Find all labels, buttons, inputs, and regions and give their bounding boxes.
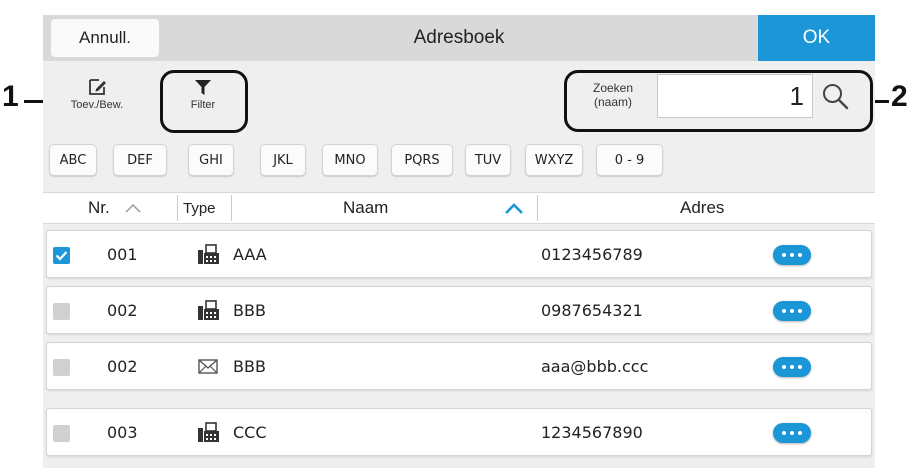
row-name: CCC (233, 422, 267, 442)
column-header-row: Nr. Type Naam Adres (43, 192, 875, 224)
row-checkbox[interactable] (53, 247, 70, 264)
index-button-abc[interactable]: ABC (49, 144, 97, 176)
row-checkbox[interactable] (53, 425, 70, 442)
row-name: BBB (233, 300, 266, 320)
index-button-mno[interactable]: MNO (322, 144, 378, 176)
add-edit-button[interactable]: Toev./Bew. (57, 77, 137, 111)
edit-icon (89, 79, 106, 95)
column-header-nr[interactable]: Nr. (88, 193, 142, 223)
checkmark-icon (55, 251, 68, 261)
address-book-panel: Annull. Adresboek OK Toev./Bew. Filter Z… (43, 15, 875, 468)
row-address: aaa@bbb.ccc (541, 356, 649, 376)
row-number: 002 (107, 356, 138, 376)
index-button-0-9[interactable]: 0 - 9 (596, 144, 663, 176)
cancel-button[interactable]: Annull. (51, 19, 159, 57)
row-name: BBB (233, 356, 266, 376)
ok-button[interactable]: OK (758, 15, 875, 61)
row-checkbox[interactable] (53, 303, 70, 320)
column-header-nr-label: Nr. (88, 198, 110, 217)
callout-leader-2 (873, 100, 889, 103)
column-separator (177, 195, 178, 221)
row-address: 0123456789 (541, 244, 643, 264)
sort-ascending-icon[interactable] (503, 202, 525, 216)
callout-number-2: 2 (891, 80, 908, 113)
row-number: 003 (107, 422, 138, 442)
column-separator (231, 195, 232, 221)
fax-icon (198, 244, 219, 264)
row-address: 1234567890 (541, 422, 643, 442)
fax-icon (198, 300, 219, 320)
row-number: 001 (107, 244, 138, 264)
callout-circle-1 (160, 70, 248, 133)
row-number: 002 (107, 300, 138, 320)
column-separator (537, 195, 538, 221)
page-title: Adresboek (413, 27, 505, 48)
index-button-ghi[interactable]: GHI (188, 144, 234, 176)
table-row[interactable]: 001 AAA 0123456789 (46, 230, 872, 278)
table-row[interactable]: 003 CCC 1234567890 (46, 408, 872, 456)
row-checkbox[interactable] (53, 359, 70, 376)
column-header-address[interactable]: Adres (680, 193, 724, 223)
column-header-type[interactable]: Type (183, 193, 216, 223)
sort-arrow-icon (125, 203, 141, 213)
index-button-wxyz[interactable]: WXYZ (525, 144, 583, 176)
add-edit-label: Toev./Bew. (70, 99, 124, 111)
row-address: 0987654321 (541, 300, 643, 320)
index-button-def[interactable]: DEF (113, 144, 167, 176)
row-name: AAA (233, 244, 267, 264)
details-button[interactable] (773, 423, 811, 443)
callout-circle-2 (564, 70, 873, 132)
callout-number-1: 1 (2, 80, 19, 113)
column-header-name[interactable]: Naam (343, 193, 388, 223)
index-button-jkl[interactable]: JKL (260, 144, 306, 176)
envelope-icon (198, 359, 218, 374)
details-button[interactable] (773, 245, 811, 265)
table-row[interactable]: 002 BBB 0987654321 (46, 286, 872, 334)
details-button[interactable] (773, 357, 811, 377)
fax-icon (198, 422, 219, 442)
table-row[interactable]: 002 BBB aaa@bbb.ccc (46, 342, 872, 390)
index-button-tuv[interactable]: TUV (465, 144, 511, 176)
index-button-pqrs[interactable]: PQRS (391, 144, 453, 176)
header-bar: Annull. Adresboek OK (43, 15, 875, 61)
details-button[interactable] (773, 301, 811, 321)
